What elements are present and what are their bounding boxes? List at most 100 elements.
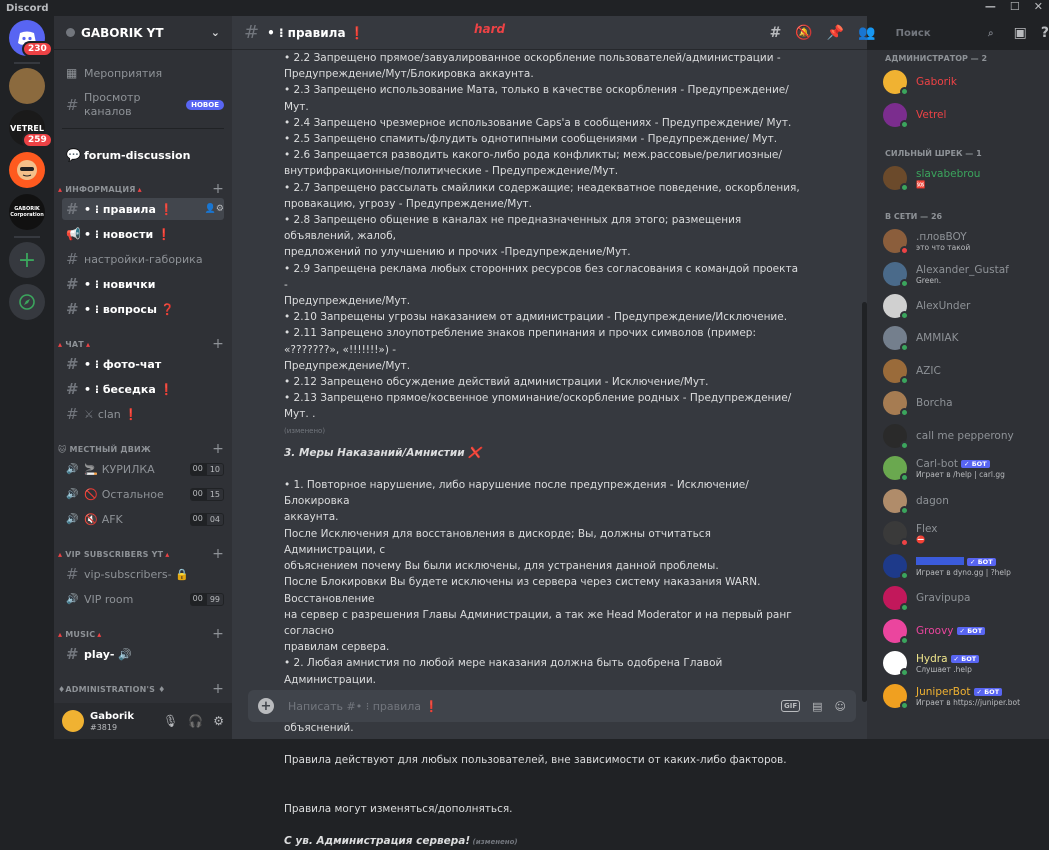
voice-channel-smoking[interactable]: 🔊 🚬 КУРИЛКА 00 10 [62,458,224,480]
channel-label: VIP room [84,592,134,606]
category-vip[interactable]: ▴ VIP SUBSCRIBERS YT ▴ + [58,546,224,562]
close-icon[interactable]: ✕ [1034,0,1043,13]
events-label: Мероприятия [84,66,163,80]
channel-vip-subscribers[interactable]: # vip-subscribers- 🔒 [62,563,224,585]
member-status-text: Играет в dyno.gg | ?help [916,567,1011,577]
member-category: АДМИНИСТРАТОР — 2 [885,54,988,63]
add-channel-icon[interactable]: + [212,336,224,352]
add-server-button[interactable]: + [9,242,45,278]
member-item[interactable]: ✓ БОТ Играет в dyno.gg | ?help [883,551,1045,581]
search-icon: ⌕ [988,27,994,39]
add-channel-icon[interactable]: + [212,626,224,642]
add-channel-icon[interactable]: + [212,546,224,562]
channel-talk[interactable]: # • ⁝ беседка ❗ [62,378,224,400]
channel-play[interactable]: # play- 🔊 [62,643,224,665]
voice-channel-afk[interactable]: 🔊 🔇 AFK 00 04 [62,508,224,530]
explore-servers-button[interactable] [9,284,45,320]
member-item[interactable]: Carl-bot ✓ БОТ Играет в /help | carl.gg [883,453,1045,483]
minimize-icon[interactable]: — [985,0,996,13]
member-item[interactable]: dagon [883,486,1045,516]
member-item[interactable]: slavabebrou 🆘 [883,163,1045,193]
member-item[interactable]: AlexUnder [883,291,1045,321]
browse-channels-item[interactable]: # Просмотр каналов НОВОЕ [62,88,224,122]
category-local[interactable]: 🐱 МЕСТНЫЙ ДВИЖ + [58,441,224,457]
channel-settings[interactable]: # настройки-габорика [62,248,224,270]
microphone-icon[interactable]: 🎙 [163,714,178,728]
add-channel-icon[interactable]: + [212,681,224,697]
member-item[interactable]: JuniperBot ✓ БОТ Играет в https://juniper.… [883,681,1045,711]
hash-icon: # [66,380,79,398]
category-info[interactable]: ▴ ИНФОРМАЦИЯ ▴ + [58,181,224,197]
channel-questions[interactable]: # • ⁝ вопросы ❓ [62,298,224,320]
status-icon [900,279,909,288]
channel-newbies[interactable]: # • ⁝ новички [62,273,224,295]
voice-channel-rest[interactable]: 🔊 🚫 Остальное 00 15 [62,483,224,505]
member-item[interactable]: Hydra ✓ БОТ Слушает .help [883,648,1045,678]
chevron-down-icon[interactable]: ⌄ [211,26,220,39]
help-icon[interactable]: ? [1041,25,1049,41]
member-name: AZIC [916,365,941,377]
member-item[interactable]: Vetrel [883,100,1045,130]
events-item[interactable]: ▦ Мероприятия [62,62,224,84]
member-item[interactable]: AMMIAK [883,323,1045,353]
member-item[interactable]: Alexander_Gustaf Green. [883,259,1045,289]
channel-rules[interactable]: # • ⁝ правила ❗ 👤⚙ [62,198,224,220]
pin-icon[interactable]: 📌 [827,25,844,41]
server-icon[interactable] [9,68,45,104]
add-channel-icon[interactable]: + [212,181,224,197]
bot-badge: ✓ БОТ [950,654,980,663]
members-icon[interactable]: 👥 [858,25,875,41]
maximize-icon[interactable]: ☐ [1010,0,1020,13]
voice-channel-vip-room[interactable]: 🔊 VIP room 00 99 [62,588,224,610]
emoji-icon[interactable]: ☺ [835,700,846,713]
mute-icon[interactable]: 🔕 [795,25,812,41]
headphones-icon[interactable]: 🎧 [188,714,203,728]
member-item[interactable]: Flex ⛔ [883,518,1045,548]
add-attachment-icon[interactable]: + [258,698,274,714]
member-item[interactable]: Gravipupa [883,583,1045,613]
channel-photo-chat[interactable]: # • ⁝ фото-чат [62,353,224,375]
member-item[interactable]: Borcha [883,388,1045,418]
server-icon[interactable] [9,152,45,188]
gear-icon[interactable]: ⚙ [213,714,224,728]
member-name: JuniperBot [916,685,971,698]
message-line: • 2.12 Запрещено обсуждение действий адм… [284,376,709,389]
status-icon [900,506,909,515]
inbox-icon[interactable]: ▣ [1014,25,1027,41]
member-item[interactable]: Groovy ✓ БОТ [883,616,1045,646]
search-input[interactable]: Поиск ⌕ [889,23,1000,43]
channel-forum-discussion[interactable]: 💬 forum-discussion [62,144,224,166]
category-music[interactable]: ▴ MUSIC ▴ + [58,626,224,642]
category-label: VIP SUBSCRIBERS YT [65,549,164,559]
server-icon-active[interactable]: GABORIK Corporation [9,194,45,230]
channel-label: AFK [101,512,123,526]
edited-marker: (изменено) [284,426,326,435]
category-label: МЕСТНЫЙ ДВИЖ [69,444,151,454]
category-chat[interactable]: ▴ ЧАТ ▴ + [58,336,224,352]
message-line: • 2. Любая амнистия по любой мере наказа… [284,657,723,686]
member-item[interactable]: Gaborik [883,67,1045,97]
member-item[interactable]: AZIC [883,356,1045,386]
category-administration[interactable]: ♦ADMINISTRATION'S ♦ + [58,681,224,697]
gif-icon[interactable]: GIF [780,700,801,712]
avatar[interactable] [62,710,84,732]
channel-label: • ⁝ новички [84,277,156,291]
member-name: Borcha [916,397,953,409]
threads-icon[interactable]: # [770,25,782,41]
bot-badge: ✓ БОТ [973,687,1003,696]
status-icon [900,408,909,417]
member-name: .пловBOY [916,230,967,243]
channel-news[interactable]: 📢 • ⁝ новости ❗ [62,223,224,245]
channel-topic: hard [474,22,506,36]
server-header[interactable]: GABORIK YT ⌄ [54,16,232,50]
member-item[interactable]: call me pepperony [883,421,1045,451]
channel-sidebar: GABORIK YT ⌄ ▦ Мероприятия # Просмотр ка… [54,16,232,739]
member-status-text: ⛔ [916,534,926,544]
add-channel-icon[interactable]: + [212,441,224,457]
member-item[interactable]: .пловBOY это что такой [883,226,1045,256]
invite-icon[interactable]: 👤⚙ [205,204,224,214]
channel-clan[interactable]: # ⚔ clan ❗ [62,403,224,425]
message-input[interactable]: + Написать #• ⁝ правила ❗ GIF ▤ ☺ [248,690,856,722]
sticker-icon[interactable]: ▤ [812,700,822,713]
user-tag: #3819 [90,722,118,732]
